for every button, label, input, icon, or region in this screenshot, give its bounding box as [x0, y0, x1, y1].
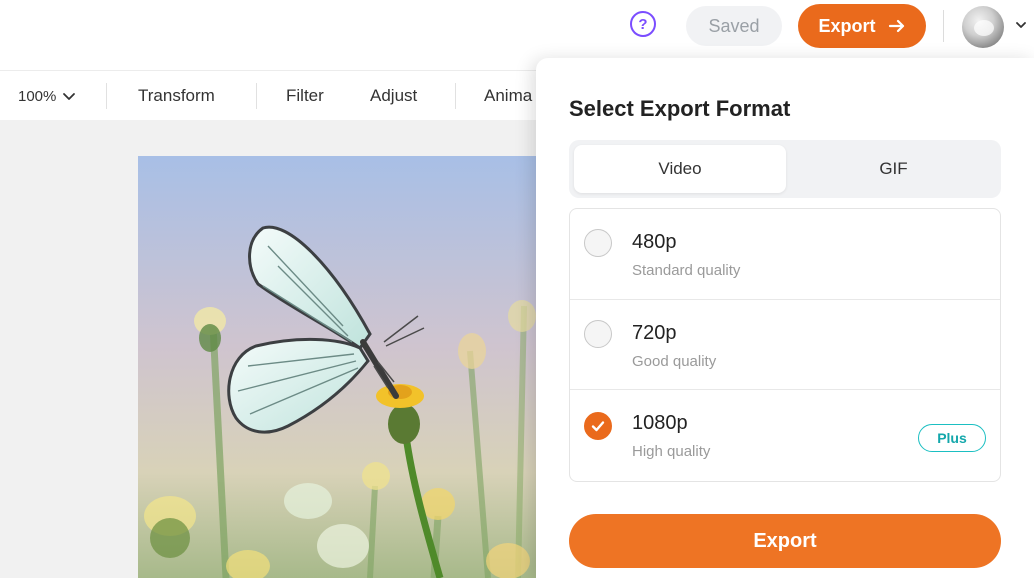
- toolbar-transform[interactable]: Transform: [138, 71, 215, 121]
- saved-status: Saved: [686, 6, 782, 46]
- export-button[interactable]: Export: [569, 514, 1001, 568]
- export-header-button[interactable]: Export: [798, 4, 926, 48]
- butterfly-photo: [138, 156, 538, 578]
- export-header-label: Export: [818, 15, 876, 36]
- resolution-options: 480p Standard quality 720p Good quality …: [569, 208, 1001, 482]
- toolbar-divider: [455, 83, 456, 109]
- chevron-down-icon: [63, 93, 76, 100]
- radio-1080p-checked[interactable]: [584, 412, 612, 440]
- canvas-image[interactable]: [138, 156, 538, 578]
- option-resolution: 480p: [632, 231, 677, 253]
- option-description: High quality: [632, 443, 711, 460]
- option-1080p[interactable]: 1080p High quality Plus: [570, 389, 1000, 479]
- tab-gif[interactable]: GIF: [791, 145, 996, 193]
- arrow-right-icon: [888, 19, 904, 33]
- toolbar-divider: [106, 83, 107, 109]
- toolbar-divider: [256, 83, 257, 109]
- zoom-dropdown[interactable]: 100%: [18, 71, 76, 121]
- option-480p[interactable]: 480p Standard quality: [570, 209, 1000, 299]
- option-resolution: 720p: [632, 322, 677, 344]
- help-glyph: ?: [638, 15, 648, 33]
- export-format-panel: Select Export Format Video GIF 480p Stan…: [536, 58, 1034, 578]
- option-resolution: 1080p: [632, 412, 688, 434]
- toolbar-adjust[interactable]: Adjust: [370, 71, 417, 121]
- panel-title: Select Export Format: [569, 96, 791, 121]
- radio-480p[interactable]: [584, 229, 612, 257]
- toolbar-filter[interactable]: Filter: [286, 71, 324, 121]
- format-tabs: Video GIF: [569, 140, 1001, 198]
- option-description: Standard quality: [632, 262, 741, 279]
- option-description: Good quality: [632, 353, 717, 370]
- chevron-down-icon[interactable]: [1014, 18, 1028, 32]
- option-720p[interactable]: 720p Good quality: [570, 299, 1000, 389]
- tab-video[interactable]: Video: [574, 145, 786, 193]
- radio-720p[interactable]: [584, 320, 612, 348]
- user-avatar[interactable]: [962, 6, 1004, 48]
- checkmark-icon: [591, 421, 605, 432]
- header-divider: [943, 10, 944, 42]
- top-header: ? Saved Export: [0, 0, 1034, 56]
- zoom-value: 100%: [18, 87, 57, 105]
- plus-badge: Plus: [918, 424, 986, 452]
- help-icon[interactable]: ?: [630, 11, 656, 37]
- toolbar-animation[interactable]: Anima: [484, 71, 532, 121]
